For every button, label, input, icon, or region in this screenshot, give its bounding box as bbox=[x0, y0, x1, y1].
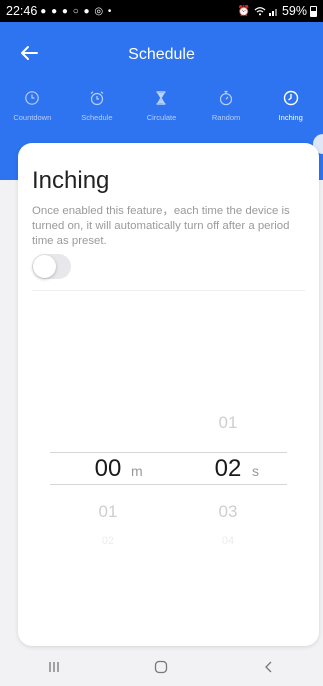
mode-tabs: Countdown Schedule Circulate Random Inch… bbox=[0, 90, 323, 130]
system-nav-bar bbox=[0, 648, 323, 686]
tab-countdown[interactable]: Countdown bbox=[0, 90, 65, 130]
seconds-below[interactable]: 03 bbox=[198, 502, 258, 522]
notification-icons: ● ● ● ○ ● ◎ • bbox=[40, 5, 113, 17]
back-button[interactable] bbox=[239, 652, 299, 682]
recent-apps-icon bbox=[49, 662, 59, 672]
battery-percent: 59% bbox=[281, 4, 307, 18]
minutes-below[interactable]: 01 bbox=[78, 502, 138, 522]
tab-random[interactable]: Random bbox=[194, 90, 259, 130]
hourglass-icon bbox=[156, 91, 166, 105]
status-right: ⏰ 59% bbox=[238, 4, 317, 18]
inching-card: Inching Once enabled this feature，each t… bbox=[18, 143, 319, 646]
tab-circulate[interactable]: Circulate bbox=[129, 90, 194, 130]
status-left: 22:46 ● ● ● ○ ● ◎ • bbox=[6, 4, 112, 18]
back-icon bbox=[265, 661, 272, 673]
tab-label: Inching bbox=[278, 113, 303, 122]
battery-icon bbox=[310, 5, 317, 17]
clock-icon bbox=[25, 91, 40, 105]
recent-apps-button[interactable] bbox=[24, 652, 84, 682]
minutes-selected[interactable]: 00 bbox=[78, 455, 138, 483]
status-time: 22:46 bbox=[6, 4, 38, 18]
signal-icon bbox=[268, 9, 277, 16]
stopwatch-icon bbox=[219, 90, 233, 106]
tab-inching[interactable]: Inching bbox=[258, 90, 323, 130]
alarm-clock-icon bbox=[90, 91, 104, 106]
minutes-unit: m bbox=[131, 463, 143, 479]
wifi-icon bbox=[254, 7, 266, 16]
tab-label: Circulate bbox=[146, 113, 177, 122]
tab-label: Countdown bbox=[13, 113, 52, 122]
alarm-icon: ⏰ bbox=[237, 5, 251, 17]
seconds-above[interactable]: 01 bbox=[198, 413, 258, 433]
tab-label: Schedule bbox=[81, 113, 113, 122]
home-button[interactable] bbox=[131, 652, 191, 682]
minutes-below-2[interactable]: 02 bbox=[78, 535, 138, 547]
selection-line-top bbox=[50, 452, 287, 453]
tab-schedule[interactable]: Schedule bbox=[65, 90, 130, 130]
seconds-below-2[interactable]: 04 bbox=[198, 535, 258, 547]
page-title: Schedule bbox=[128, 46, 195, 63]
tab-label: Random bbox=[211, 113, 241, 122]
selection-line-bottom bbox=[50, 484, 287, 485]
status-bar: 22:46 ● ● ● ○ ● ◎ • ⏰ 59% bbox=[0, 0, 323, 22]
home-icon bbox=[155, 660, 168, 674]
time-picker[interactable]: 00 m 01 02 01 02 s 03 04 bbox=[18, 143, 319, 646]
clock-icon bbox=[283, 90, 298, 106]
seconds-selected[interactable]: 02 bbox=[198, 455, 258, 483]
seconds-unit: s bbox=[252, 463, 259, 479]
